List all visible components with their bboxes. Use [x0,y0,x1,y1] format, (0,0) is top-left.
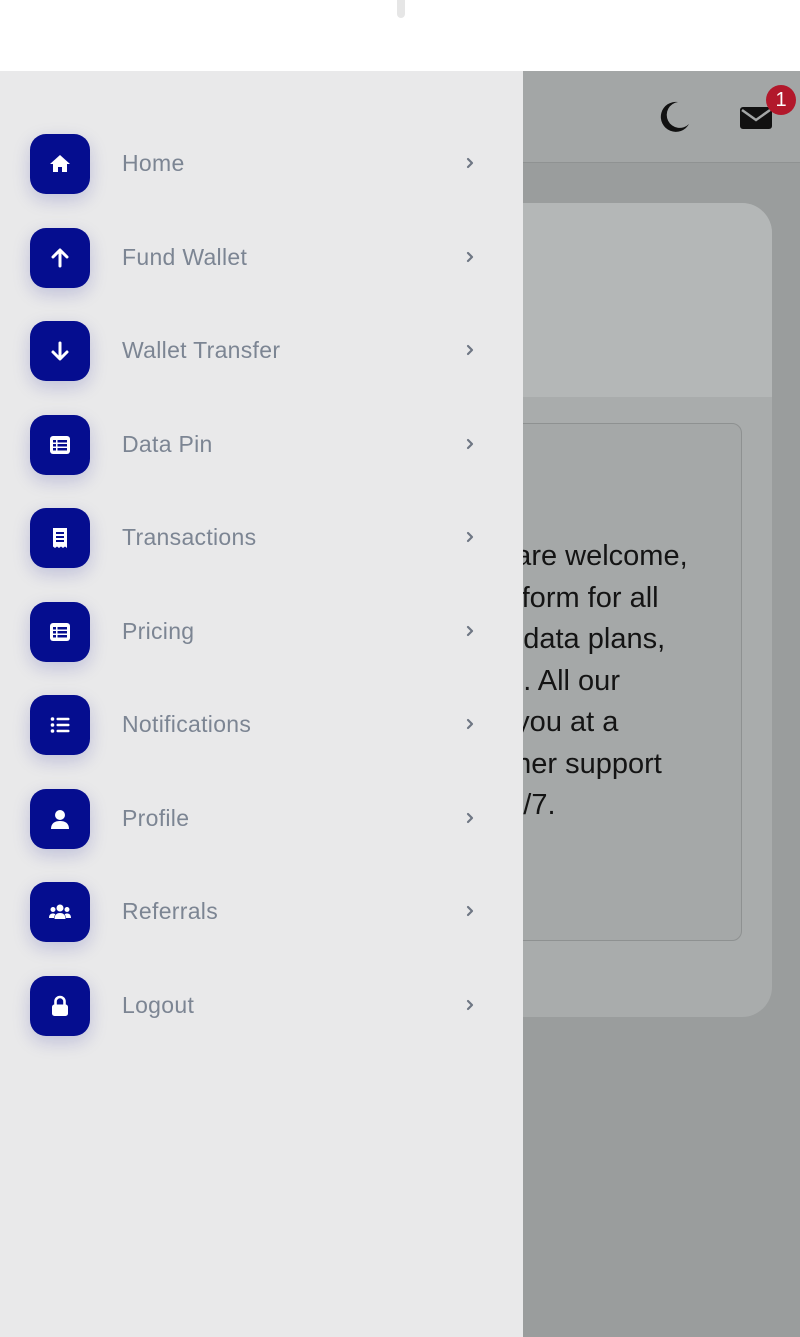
menu-item-referrals[interactable]: Referrals [0,865,523,959]
receipt-icon [30,508,90,568]
side-drawer: Home Fund Wallet Wallet Transfer Data Pi… [0,71,523,1337]
menu-item-notifications[interactable]: Notifications [0,678,523,772]
menu-item-data-pin[interactable]: Data Pin [0,398,523,492]
chevron-right-icon [466,718,474,730]
welcome-text-line: omer support [491,747,662,780]
menu-item-label: Data Pin [122,431,213,457]
welcome-text: u are welcome, latform for all e, data p… [491,536,761,827]
menu-item-home[interactable]: Home [0,117,523,211]
menu-item-pricing[interactable]: Pricing [0,585,523,679]
chevron-right-icon [466,251,474,263]
users-icon [30,882,90,942]
arrow-down-icon [30,321,90,381]
chevron-right-icon [466,905,474,917]
menu-item-label: Transactions [122,524,257,550]
welcome-text-line: latform for all [491,581,659,614]
menu-item-label: Referrals [122,898,219,924]
menu-item-logout[interactable]: Logout [0,959,523,1053]
menu-item-label: Fund Wallet [122,244,248,270]
chevron-right-icon [466,999,474,1011]
chevron-right-icon [466,438,474,450]
menu-item-wallet-transfer[interactable]: Wallet Transfer [0,304,523,398]
menu-item-label: Wallet Transfer [122,337,281,363]
menu-item-profile[interactable]: Profile [0,772,523,866]
menu-item-label: Profile [122,805,190,831]
moon-icon[interactable] [656,99,692,135]
menu-item-label: Notifications [122,711,252,737]
menu-item-label: Home [122,150,185,176]
chevron-right-icon [466,812,474,824]
chevron-right-icon [466,625,474,637]
menu-item-label: Pricing [122,618,195,644]
welcome-card-header: s [490,203,772,397]
welcome-text-line: 24/7. [491,789,556,821]
welcome-text-line: e, data plans, [491,623,666,655]
status-bar [0,0,800,71]
chevron-right-icon [466,531,474,543]
menu-item-transactions[interactable]: Transactions [0,491,523,585]
home-icon [30,134,90,194]
welcome-card-body: u are welcome, latform for all e, data p… [490,423,742,941]
chevron-right-icon [466,344,474,356]
status-bar-mark [397,0,405,18]
menu-item-label: Logout [122,992,195,1018]
welcome-card: s u are welcome, latform for all e, data… [490,203,772,1017]
notification-badge: 1 [766,85,796,115]
list-icon [30,695,90,755]
welcome-text-line: o you at a [491,706,619,738]
chevron-right-icon [466,157,474,169]
welcome-text-line: on. All our [491,664,620,697]
welcome-text-line: u are welcome, [491,540,688,572]
list-card-icon [30,415,90,475]
menu-item-fund-wallet[interactable]: Fund Wallet [0,211,523,305]
user-icon [30,789,90,849]
lock-icon [30,976,90,1036]
list-card-icon [30,602,90,662]
arrow-up-icon [30,228,90,288]
messages-button[interactable]: 1 [738,85,796,135]
